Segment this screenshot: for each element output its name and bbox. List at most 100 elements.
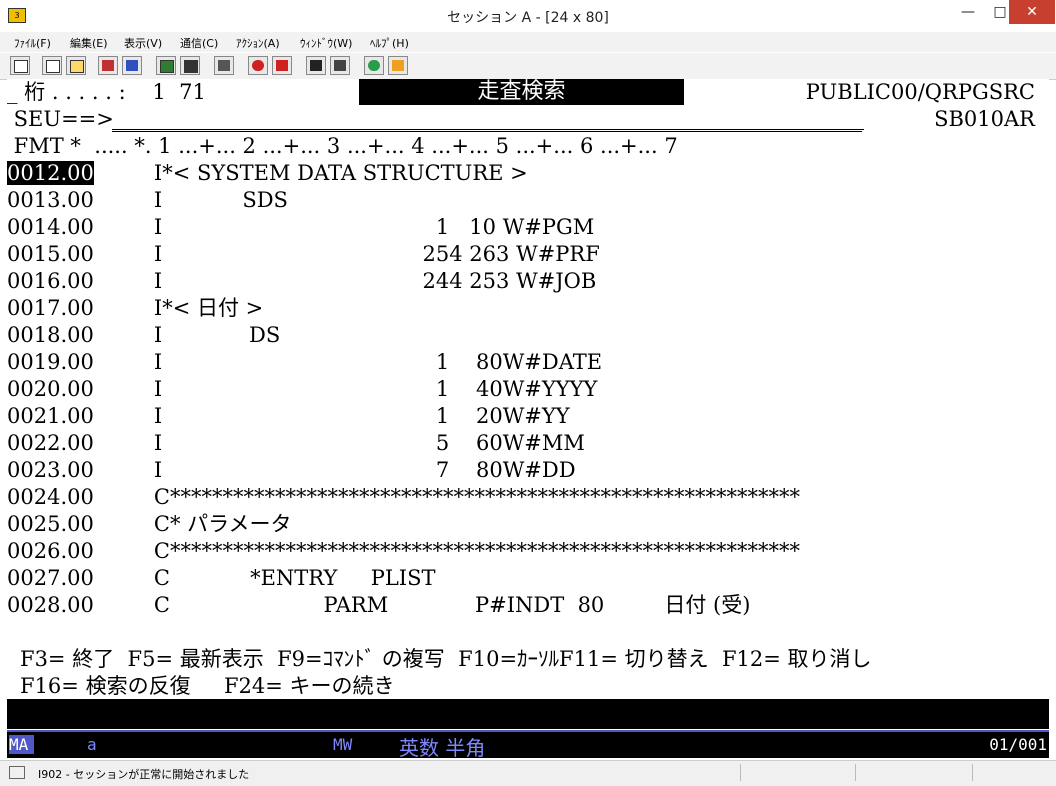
source-text: C PARM P#INDT 80 日付 (受): [93, 593, 751, 617]
sequence-number: 0019.00: [7, 350, 94, 374]
sequence-number: 0022.00: [7, 431, 94, 455]
menu-action[interactable]: ｱｸｼｮﾝ(A): [236, 35, 280, 51]
source-text: I 1 10 W#PGM: [93, 215, 595, 239]
source-line[interactable]: 0014.00 I 1 10 W#PGM: [7, 214, 594, 241]
sequence-number: 0018.00: [7, 323, 94, 347]
macro-play-icon[interactable]: [306, 56, 326, 75]
macro-record-icon[interactable]: [248, 56, 268, 75]
source-line[interactable]: 0026.00 C*******************************…: [7, 538, 800, 565]
source-line[interactable]: 0013.00 I SDS: [7, 187, 288, 214]
oia-mode: MA: [9, 735, 35, 754]
macro-stop-icon[interactable]: [272, 56, 292, 75]
title-bar: 3 セッション A - [24 x 80] — □ ✕: [0, 0, 1056, 33]
function-keys-line1: F3= 終了 F5= 最新表示 F9=ｺﾏﾝﾄﾞ の複写 F10=ｶｰｿﾙF11…: [20, 647, 872, 671]
display-icon[interactable]: [156, 56, 176, 75]
source-text: I 5 60W#MM: [93, 431, 585, 455]
source-text: I 1 40W#YYYY: [93, 377, 598, 401]
oia-mw: MW: [333, 735, 353, 754]
source-line[interactable]: 0012.00 I*< SYSTEM DATA STRUCTURE >: [7, 160, 528, 187]
sequence-number: 0012.00: [7, 161, 94, 185]
sequence-number: 0017.00: [7, 296, 94, 320]
screen-title: 走査検索: [359, 79, 684, 105]
status-pane: [855, 764, 856, 781]
source-line[interactable]: 0020.00 I 1 40W#YYYY: [7, 376, 597, 403]
status-message: I902 - セッションが正常に開始されました: [38, 768, 250, 781]
status-pane: [740, 764, 741, 781]
source-text: I*< SYSTEM DATA STRUCTURE >: [93, 161, 528, 185]
menu-view[interactable]: 表示(V): [124, 35, 162, 51]
menu-communication[interactable]: 通信(C): [180, 35, 218, 51]
source-text: I DS: [93, 323, 281, 347]
divider: [112, 131, 862, 132]
source-text: I 7 80W#DD: [93, 458, 576, 482]
cursor-position: 01/001: [989, 735, 1047, 754]
source-line[interactable]: 0025.00 C* パラメータ: [7, 511, 292, 538]
source-text: I 254 263 W#PRF: [93, 242, 600, 266]
sequence-number: 0020.00: [7, 377, 94, 401]
keypad-icon[interactable]: [180, 56, 200, 75]
source-line[interactable]: 0028.00 C PARM P#INDT 80 日付 (受): [7, 592, 750, 619]
menu-window[interactable]: ｳｨﾝﾄﾞｳ(W): [300, 35, 352, 51]
receive-file-icon[interactable]: [122, 56, 142, 75]
close-button[interactable]: ✕: [1009, 0, 1055, 24]
source-text: I SDS: [93, 188, 288, 212]
menu-file[interactable]: ﾌｧｲﾙ(F): [14, 35, 51, 51]
operator-info-area: MA a MW 英数 半角 01/001: [7, 730, 1049, 759]
terminal-screen[interactable]: _ 桁 . . . . . : 1 71 走査検索 PUBLIC00/QRPGS…: [7, 79, 1049, 759]
copy-icon[interactable]: [42, 56, 62, 75]
source-line[interactable]: 0024.00 C*******************************…: [7, 484, 800, 511]
source-text: I*< 日付 >: [93, 296, 264, 320]
source-text: C* パラメータ: [93, 512, 292, 536]
sequence-number: 0021.00: [7, 404, 94, 428]
sequence-number: 0023.00: [7, 458, 94, 482]
macro-edit-icon[interactable]: [330, 56, 350, 75]
tag-icon[interactable]: [388, 56, 408, 75]
menu-bar: ﾌｧｲﾙ(F) 編集(E) 表示(V) 通信(C) ｱｸｼｮﾝ(A) ｳｨﾝﾄﾞ…: [0, 32, 1056, 52]
seu-command-label: SEU==>: [7, 107, 114, 131]
menu-help[interactable]: ﾍﾙﾌﾟ(H): [370, 35, 409, 51]
oia-input-a: a: [87, 735, 97, 754]
source-line[interactable]: 0016.00 I 244 253 W#JOB: [7, 268, 596, 295]
print-screen-icon[interactable]: [10, 56, 30, 75]
sequence-number: 0024.00: [7, 485, 94, 509]
toolbar: [0, 53, 1056, 80]
sequence-number: 0016.00: [7, 269, 94, 293]
source-line[interactable]: 0023.00 I 7 80W#DD: [7, 457, 576, 484]
oia-input-mode: 英数 半角: [399, 736, 486, 759]
window-title: セッション A - [24 x 80]: [447, 10, 609, 26]
source-line[interactable]: 0021.00 I 1 20W#YY: [7, 403, 570, 430]
source-text: C***************************************…: [93, 539, 800, 563]
menu-edit[interactable]: 編集(E): [70, 35, 108, 51]
message-line: [7, 699, 1049, 729]
source-text: I 1 80W#DATE: [93, 350, 603, 374]
source-line[interactable]: 0022.00 I 5 60W#MM: [7, 430, 585, 457]
source-line[interactable]: 0017.00 I*< 日付 >: [7, 295, 263, 322]
status-bar: I902 - セッションが正常に開始されました: [0, 760, 1056, 786]
source-text: C***************************************…: [93, 485, 800, 509]
sequence-number: 0028.00: [7, 593, 94, 617]
minimize-button[interactable]: —: [953, 0, 983, 24]
status-pane: [972, 764, 973, 781]
send-file-icon[interactable]: [98, 56, 118, 75]
sequence-number: 0014.00: [7, 215, 94, 239]
source-text: I 244 253 W#JOB: [93, 269, 597, 293]
column-info: _ 桁 . . . . . : 1 71: [7, 80, 206, 104]
seu-command-input[interactable]: [112, 129, 864, 130]
source-text: I 1 20W#YY: [93, 404, 570, 428]
globe-icon[interactable]: [364, 56, 384, 75]
sequence-number: 0013.00: [7, 188, 94, 212]
member-name: SB010AR: [934, 107, 1035, 131]
sequence-number: 0026.00: [7, 539, 94, 563]
library-name: PUBLIC00/QRPGSRC: [805, 80, 1035, 104]
source-line[interactable]: 0018.00 I DS: [7, 322, 280, 349]
sequence-number: 0015.00: [7, 242, 94, 266]
sequence-number: 0025.00: [7, 512, 94, 536]
keyboard-icon[interactable]: [214, 56, 234, 75]
source-line[interactable]: 0027.00 C *ENTRY PLIST: [7, 565, 435, 592]
source-line[interactable]: 0015.00 I 254 263 W#PRF: [7, 241, 600, 268]
connection-icon: [9, 766, 25, 779]
source-line[interactable]: 0019.00 I 1 80W#DATE: [7, 349, 602, 376]
sequence-number: 0027.00: [7, 566, 94, 590]
function-keys-line2: F16= 検索の反復 F24= キーの続き: [20, 674, 395, 698]
paste-icon[interactable]: [66, 56, 86, 75]
